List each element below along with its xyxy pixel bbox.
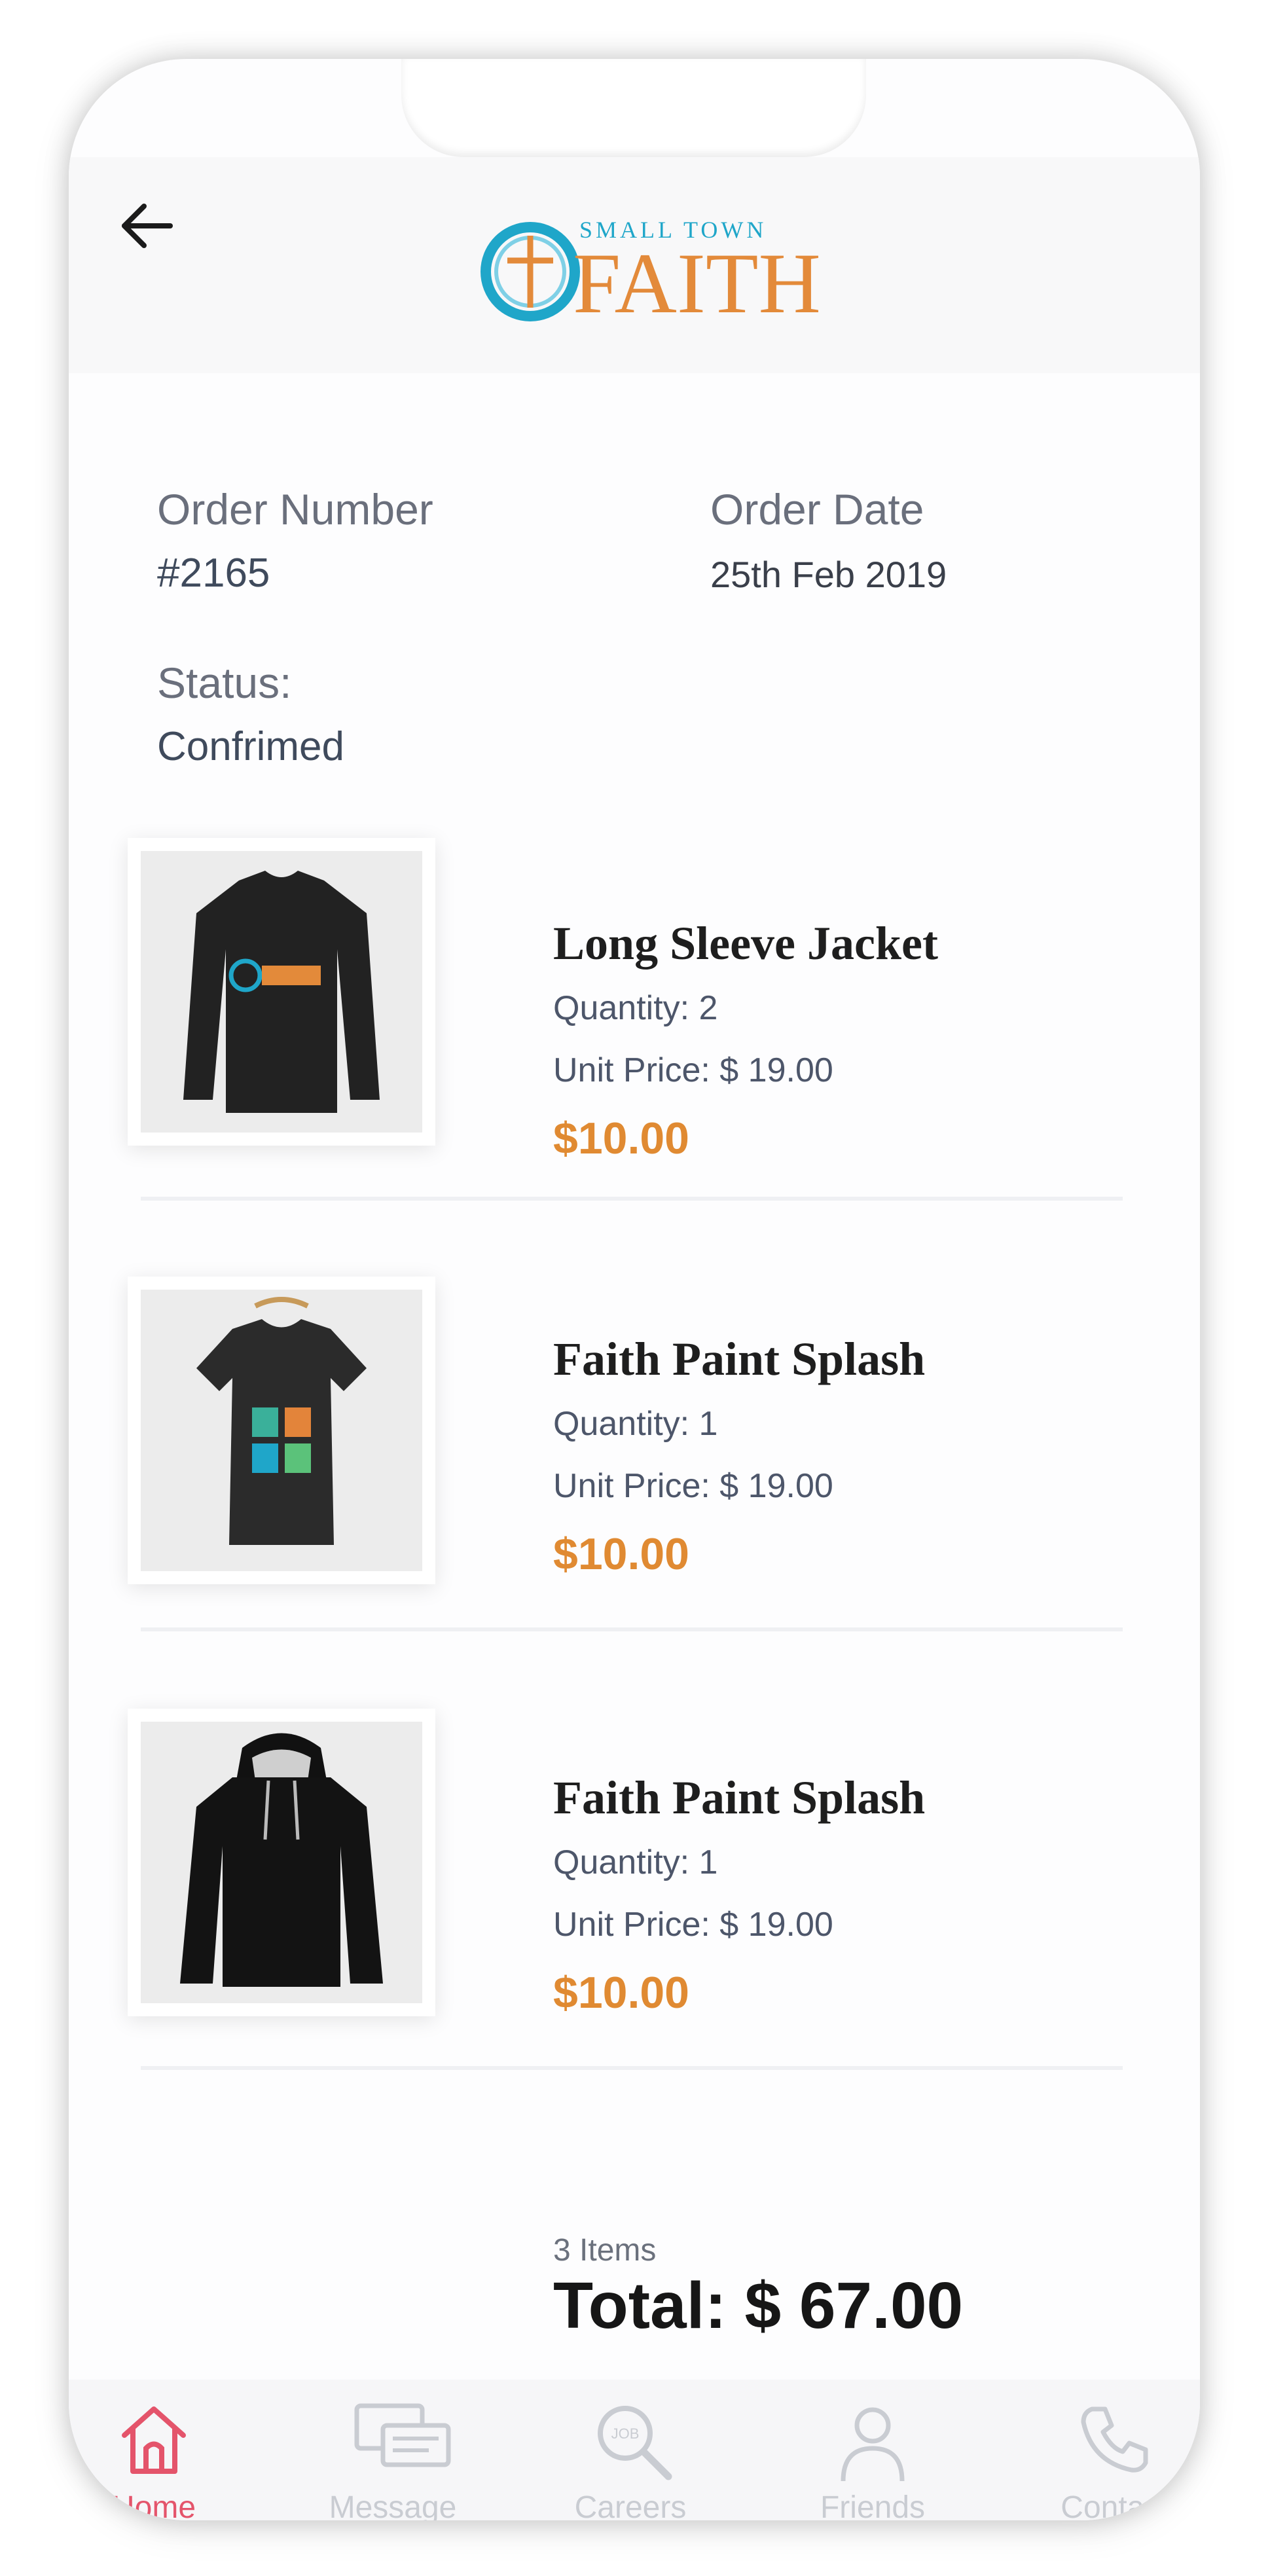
item-name[interactable]: Faith Paint Splash [553, 1771, 925, 1825]
phone-frame: SMALL TOWN FAITH Order Number #2165 Orde… [69, 59, 1200, 2520]
brand-logo: SMALL TOWN FAITH [475, 209, 821, 334]
bottom-tab-bar: Home Message JOB Careers Friends Contact [69, 2380, 1200, 2520]
item-name[interactable]: Faith Paint Splash [553, 1332, 925, 1387]
home-icon [122, 2406, 186, 2474]
item-divider [141, 2066, 1123, 2070]
tab-careers[interactable]: JOB Careers [545, 2380, 716, 2520]
svg-text:JOB: JOB [611, 2425, 640, 2442]
order-total: Total: $ 67.00 [553, 2269, 964, 2342]
tab-home[interactable]: Home [69, 2380, 239, 2520]
item-quantity: Quantity: 1 [553, 1405, 718, 1443]
tab-label: Friends [820, 2490, 926, 2520]
tab-contact[interactable]: Contact [1030, 2380, 1200, 2520]
item-unit-price: Unit Price: $ 19.00 [553, 1906, 833, 1944]
back-button[interactable] [108, 190, 180, 262]
tab-label: Careers [574, 2490, 687, 2520]
item-divider [141, 1197, 1123, 1201]
long-sleeve-shirt-image [183, 871, 380, 1113]
phone-icon [1081, 2406, 1148, 2473]
item-count: 3 Items [553, 2233, 657, 2268]
tab-label: Home [111, 2490, 196, 2520]
status-label: Status: [157, 659, 292, 707]
order-date-value: 25th Feb 2019 [710, 554, 947, 595]
tshirt-image [196, 1297, 367, 1545]
tab-label: Contact [1061, 2490, 1169, 2520]
order-number-label: Order Number [157, 485, 433, 534]
tab-label: Message [329, 2490, 457, 2520]
item-image[interactable] [128, 838, 435, 1146]
item-quantity: Quantity: 2 [553, 989, 718, 1027]
item-image[interactable] [128, 1277, 435, 1584]
tab-friends[interactable]: Friends [788, 2380, 958, 2520]
item-unit-price: Unit Price: $ 19.00 [553, 1467, 833, 1505]
item-price: $10.00 [553, 1114, 689, 1163]
item-price: $10.00 [553, 1529, 689, 1579]
cross-emblem-icon [481, 222, 580, 321]
item-unit-price: Unit Price: $ 19.00 [553, 1051, 833, 1089]
item-price: $10.00 [553, 1968, 689, 2018]
friends-icon [841, 2407, 905, 2482]
order-number-value: #2165 [157, 551, 270, 596]
tab-message[interactable]: Message [308, 2380, 478, 2520]
status-value: Confrimed [157, 724, 344, 769]
arrow-left-icon [122, 204, 173, 248]
careers-icon: JOB [598, 2406, 672, 2480]
item-divider [141, 1627, 1123, 1631]
message-icon [354, 2403, 451, 2467]
order-date-label: Order Date [710, 485, 924, 534]
item-name[interactable]: Long Sleeve Jacket [553, 916, 938, 971]
hoodie-image [180, 1733, 383, 1987]
logo-wordmark: FAITH [573, 235, 821, 331]
item-image[interactable] [128, 1709, 435, 2016]
device-notch [401, 59, 866, 157]
item-quantity: Quantity: 1 [553, 1843, 718, 1881]
